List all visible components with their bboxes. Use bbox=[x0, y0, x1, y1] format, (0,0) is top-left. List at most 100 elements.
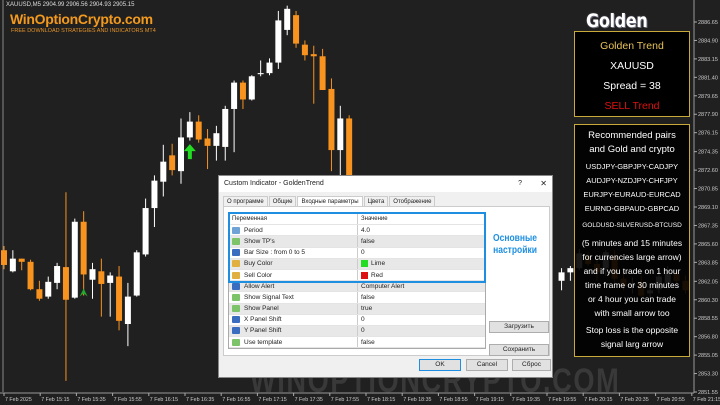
param-value[interactable]: false bbox=[358, 236, 375, 246]
info-line: time frame or 30 minutes bbox=[584, 280, 679, 290]
tab-visualization[interactable]: Отображение bbox=[389, 196, 436, 206]
param-row[interactable]: Use template false bbox=[229, 337, 485, 349]
param-row[interactable]: Bar Size : from 0 to 5 0 bbox=[229, 247, 485, 259]
info-line: EURND-GBPAUD-GBPCAD bbox=[584, 204, 680, 213]
param-name: Bar Size : from 0 to 5 bbox=[229, 247, 358, 258]
info-line: and Gold and crypto bbox=[589, 144, 675, 155]
cancel-button[interactable]: Cancel bbox=[466, 359, 508, 371]
dialog-titlebar[interactable]: Custom Indicator - GoldenTrend ? ✕ bbox=[219, 176, 552, 192]
price-tick-label: 2876.15 bbox=[698, 131, 718, 137]
column-value[interactable]: Значение bbox=[358, 214, 388, 224]
info-line: Stop loss is the opposite bbox=[585, 325, 679, 335]
custom-indicator-dialog: Custom Indicator - GoldenTrend ? ✕ О про… bbox=[218, 175, 553, 378]
bull-candle bbox=[567, 268, 574, 273]
close-icon[interactable]: ✕ bbox=[540, 176, 547, 192]
bull-candle bbox=[284, 8, 291, 30]
save-button[interactable]: Сохранить bbox=[489, 344, 549, 356]
bull-candle bbox=[54, 266, 61, 283]
price-tick-label: 2883.15 bbox=[698, 57, 718, 63]
param-name: Period bbox=[229, 225, 358, 236]
param-row[interactable]: Show TP's false bbox=[229, 236, 485, 248]
bear-candle bbox=[98, 271, 105, 284]
params-table: Переменная Значение Period 4.0 Show TP's fa… bbox=[228, 213, 486, 350]
time-tick-label: 7 Feb 16:15 bbox=[150, 397, 178, 403]
price-tick-label: 2867.35 bbox=[698, 223, 718, 229]
bull-candle bbox=[45, 281, 52, 297]
price-tick-label: 2872.60 bbox=[698, 168, 718, 174]
param-row[interactable]: X Panel Shift 0 bbox=[229, 314, 485, 326]
bull-candle bbox=[89, 269, 96, 280]
tab-common[interactable]: Общие bbox=[268, 196, 297, 206]
param-row[interactable]: Period 4.0 bbox=[229, 225, 485, 237]
param-type-icon bbox=[232, 237, 240, 245]
param-value[interactable]: 0 bbox=[358, 326, 365, 336]
tab-inputs[interactable]: Входные параметры bbox=[297, 196, 363, 206]
dialog-title: Custom Indicator - GoldenTrend bbox=[224, 180, 324, 187]
param-name: Y Panel Shift bbox=[229, 325, 358, 337]
param-label: Use template bbox=[244, 338, 283, 346]
bull-candle bbox=[71, 221, 78, 298]
param-name: Buy Color bbox=[229, 258, 358, 269]
time-tick-label: 7 Feb 15:55 bbox=[114, 397, 142, 403]
bear-candle bbox=[27, 261, 34, 290]
param-row[interactable]: Allow Alert Computer Alert bbox=[229, 281, 485, 293]
param-row[interactable]: Show Signal Text false bbox=[229, 292, 485, 304]
param-label: X Panel Shift bbox=[244, 316, 282, 324]
bull-candle bbox=[9, 258, 16, 272]
param-row[interactable]: Sell Color Red bbox=[229, 269, 485, 282]
param-label: Buy Color bbox=[244, 260, 273, 268]
param-type-icon bbox=[232, 249, 240, 257]
bear-candle bbox=[239, 82, 246, 100]
load-button[interactable]: Загрузить bbox=[489, 321, 549, 333]
bear-candle bbox=[62, 267, 69, 300]
param-value[interactable]: false bbox=[358, 337, 375, 347]
param-value[interactable]: false bbox=[358, 292, 375, 302]
param-value[interactable]: true bbox=[358, 304, 372, 314]
param-value[interactable]: 4.0 bbox=[358, 225, 370, 235]
reset-button[interactable]: Сброс bbox=[512, 359, 551, 371]
price-tick-label: 2862.05 bbox=[698, 279, 718, 285]
time-tick-label: 7 Feb 21:15 bbox=[693, 397, 720, 403]
table-header: Переменная Значение bbox=[229, 214, 485, 226]
tab-about[interactable]: О программе bbox=[223, 196, 268, 206]
param-name: Show Panel bbox=[229, 303, 358, 314]
param-type-icon bbox=[232, 327, 240, 335]
bull-candle bbox=[337, 118, 344, 151]
ok-button[interactable]: OK bbox=[419, 359, 461, 371]
time-tick-label: 7 Feb 20:35 bbox=[620, 397, 648, 403]
bear-candle bbox=[18, 258, 25, 262]
param-value[interactable]: Red bbox=[358, 270, 383, 280]
time-tick-label: 7 Feb 15:15 bbox=[41, 397, 69, 403]
param-name: Show TP's bbox=[229, 236, 358, 247]
info-line: GOLDUSD-SILVERUSD-BTCUSD bbox=[582, 222, 682, 229]
info-line: signal larg arrow bbox=[600, 339, 664, 349]
param-value[interactable]: 0 bbox=[358, 315, 365, 325]
info-line: with small arrow too bbox=[594, 308, 670, 318]
status-panel: Golden Trend XAUUSD Spread = 38 SELL Tre… bbox=[574, 31, 690, 117]
price-tick-label: 2863.85 bbox=[698, 260, 718, 266]
tab-colors[interactable]: Цвета bbox=[363, 196, 389, 206]
bear-candle bbox=[169, 155, 176, 171]
bear-candle bbox=[293, 15, 300, 44]
help-button[interactable]: ? bbox=[518, 176, 522, 192]
bull-candle bbox=[133, 252, 140, 296]
param-label: Show Signal Text bbox=[244, 293, 294, 301]
price-tick-label: 2869.10 bbox=[698, 205, 718, 211]
brand-logo: WinOptionCrypto.com bbox=[10, 11, 153, 27]
param-value[interactable]: Lime bbox=[358, 259, 385, 269]
status-trend: SELL Trend bbox=[604, 100, 660, 112]
bear-candle bbox=[36, 289, 43, 299]
param-row[interactable]: Show Panel true bbox=[229, 303, 485, 315]
param-row[interactable]: Y Panel Shift 0 bbox=[229, 325, 485, 338]
bear-candle bbox=[116, 276, 123, 321]
annotation-line: настройки bbox=[493, 245, 537, 256]
main-settings-annotation: Основные настройки bbox=[493, 233, 537, 257]
color-swatch bbox=[361, 271, 368, 279]
param-row[interactable]: Buy Color Lime bbox=[229, 258, 485, 270]
column-variable[interactable]: Переменная bbox=[229, 214, 358, 225]
bull-candle bbox=[248, 76, 255, 100]
info-line: for currencies large arrow) bbox=[582, 252, 682, 262]
bull-candle bbox=[160, 161, 167, 182]
param-value[interactable]: Computer Alert bbox=[358, 281, 404, 291]
param-value[interactable]: 0 bbox=[358, 248, 365, 258]
